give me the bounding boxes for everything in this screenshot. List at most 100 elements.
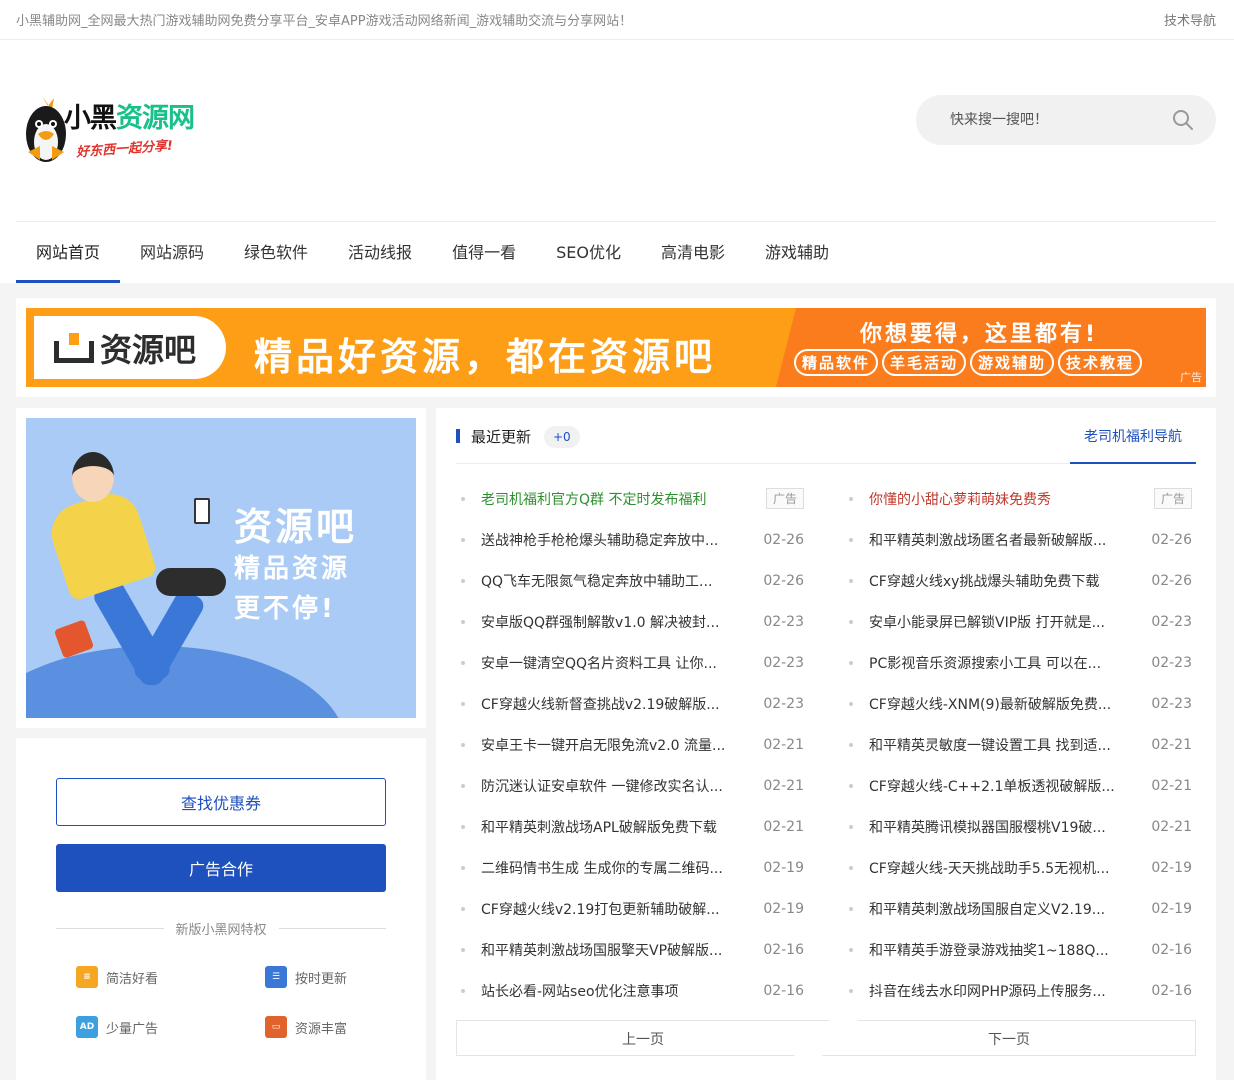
bullet-dot [461,783,465,788]
list-item[interactable]: QQ飞车无限氮气稳定奔放中辅助工... 02-26 [456,560,804,601]
list-item-title[interactable]: CF穿越火线新督查挑战v2.19破解版... [481,694,742,714]
promo-image[interactable]: 资源吧 精品资源 更不停! [26,418,416,718]
nav-item-green-software[interactable]: 绿色软件 [224,222,328,283]
list-item-date: 02-16 [763,941,804,958]
search-icon[interactable] [1172,109,1194,131]
list-item[interactable]: 防沉迷认证安卓软件 一键修改实名认... 02-21 [456,765,804,806]
list-item[interactable]: 安卓版QQ群强制解散v1.0 解决被封... 02-23 [456,601,804,642]
list-item-date: 02-19 [763,900,804,917]
list-item[interactable]: CF穿越火线xy挑战爆头辅助免费下载 02-26 [844,560,1192,601]
list-item[interactable]: 二维码情书生成 生成你的专属二维码... 02-19 [456,847,804,888]
list-item-title[interactable]: 安卓小能录屏已解锁VIP版 打开就是... [869,612,1130,632]
prev-page-button[interactable]: 上一页 [456,1020,830,1056]
list-item-title[interactable]: 和平精英灵敏度一键设置工具 找到适... [869,735,1130,755]
bullet-dot [461,701,465,706]
list-item-title[interactable]: CF穿越火线-C++2.1单板透视破解版... [869,776,1130,796]
banner-ad[interactable]: 资源吧 精品好资源，都在资源吧 你想要得，这里都有! 精品软件 羊毛活动 游戏辅… [26,308,1206,387]
list-item-title[interactable]: CF穿越火线v2.19打包更新辅助破解... [481,899,742,919]
list-item[interactable]: 安卓小能录屏已解锁VIP版 打开就是... 02-23 [844,601,1192,642]
list-item-date: 02-21 [1151,777,1192,794]
list-item[interactable]: 老司机福利官方Q群 不定时发布福利 广告 [456,478,804,519]
list-item-title[interactable]: 和平精英刺激战场匿名者最新破解版... [869,530,1130,550]
next-page-button[interactable]: 下一页 [822,1020,1196,1056]
list-item-date: 02-21 [763,777,804,794]
tab-welfare-nav[interactable]: 老司机福利导航 [1070,408,1196,464]
sidebar-panel: 查找优惠券 广告合作 新版小黑网特权 ≡ 简洁好看 ☰ 按时更新 AD 少量广告… [16,738,426,1080]
list-item[interactable]: 你懂的小甜心萝莉萌妹免费秀 广告 [844,478,1192,519]
ad-cooperation-button[interactable]: 广告合作 [56,844,386,892]
list-item-title[interactable]: 和平精英手游登录游戏抽奖1~188Q... [869,940,1130,960]
site-logo[interactable]: 小黑资源网 好东西一起分享! [24,94,204,170]
nav-item-movies[interactable]: 高清电影 [641,222,745,283]
list-item-date: 02-23 [1151,613,1192,630]
list-item[interactable]: 安卓王卡一键开启无限免流v2.0 流量... 02-21 [456,724,804,765]
nav-item-activity[interactable]: 活动线报 [328,222,432,283]
banner-tag: 精品软件 [794,349,879,376]
list-item[interactable]: 和平精英刺激战场国服自定义V2.19... 02-19 [844,888,1192,929]
list-item-title[interactable]: 你懂的小甜心萝莉萌妹免费秀 [869,489,1136,509]
bullet-dot [461,537,465,542]
banner-tag: 游戏辅助 [970,349,1055,376]
list-item-title[interactable]: 和平精英腾讯模拟器国服樱桃V19破... [869,817,1130,837]
promo-image-box: 资源吧 精品资源 更不停! [16,408,426,728]
list-item[interactable]: 安卓一键清空QQ名片资料工具 让你... 02-23 [456,642,804,683]
list-item-date: 02-23 [1151,654,1192,671]
list-item-title[interactable]: 二维码情书生成 生成你的专属二维码... [481,858,742,878]
list-item-date: 02-16 [1151,941,1192,958]
nav-item-seo[interactable]: SEO优化 [536,222,641,283]
list-item-title[interactable]: 老司机福利官方Q群 不定时发布福利 [481,489,748,509]
promo-line-1: 资源吧 [234,505,358,549]
list-item[interactable]: 和平精英刺激战场APL破解版免费下载 02-21 [456,806,804,847]
list-item[interactable]: 和平精英刺激战场匿名者最新破解版... 02-26 [844,519,1192,560]
list-item-title[interactable]: 安卓版QQ群强制解散v1.0 解决被封... [481,612,742,632]
nav-item-game-tools[interactable]: 游戏辅助 [745,222,849,283]
pagination: 上一页 下一页 [456,1020,1196,1056]
list-item[interactable]: 站长必看-网站seo优化注意事项 02-16 [456,970,804,1011]
list-item-title[interactable]: 防沉迷认证安卓软件 一键修改实名认... [481,776,742,796]
list-item-title[interactable]: 安卓一键清空QQ名片资料工具 让你... [481,653,742,673]
list-item[interactable]: 和平精英刺激战场国服擎天VP破解版... 02-16 [456,929,804,970]
list-item-title[interactable]: CF穿越火线-XNM(9)最新破解版免费... [869,694,1130,714]
list-item[interactable]: CF穿越火线-XNM(9)最新破解版免费... 02-23 [844,683,1192,724]
banner-tag: 技术教程 [1058,349,1143,376]
list-item[interactable]: CF穿越火线-天天挑战助手5.5无视机... 02-19 [844,847,1192,888]
list-item-title[interactable]: 和平精英刺激战场APL破解版免费下载 [481,817,742,837]
find-coupon-button[interactable]: 查找优惠券 [56,778,386,826]
tech-nav-link[interactable]: 技术导航 [1164,10,1216,29]
bullet-dot [849,660,853,665]
bullet-dot [461,824,465,829]
bullet-dot [461,660,465,665]
nav-item-source-code[interactable]: 网站源码 [120,222,224,283]
list-item-title[interactable]: CF穿越火线-天天挑战助手5.5无视机... [869,858,1130,878]
list-item[interactable]: 和平精英腾讯模拟器国服樱桃V19破... 02-21 [844,806,1192,847]
list-item-title[interactable]: 安卓王卡一键开启无限免流v2.0 流量... [481,735,742,755]
list-item-title[interactable]: 和平精英刺激战场国服自定义V2.19... [869,899,1130,919]
list-item[interactable]: PC影视音乐资源搜索小工具 可以在... 02-23 [844,642,1192,683]
list-item-title[interactable]: CF穿越火线xy挑战爆头辅助免费下载 [869,571,1130,591]
bullet-dot [849,906,853,911]
list-item[interactable]: CF穿越火线-C++2.1单板透视破解版... 02-21 [844,765,1192,806]
list-item[interactable]: CF穿越火线新督查挑战v2.19破解版... 02-23 [456,683,804,724]
list-item-title[interactable]: 站长必看-网站seo优化注意事项 [481,981,742,1001]
bullet-dot [461,865,465,870]
list-item-title[interactable]: 和平精英刺激战场国服擎天VP破解版... [481,940,742,960]
list-item-title[interactable]: 送战神枪手枪枪爆头辅助稳定奔放中... [481,530,742,550]
list-item[interactable]: 送战神枪手枪枪爆头辅助稳定奔放中... 02-26 [456,519,804,560]
list-item-title[interactable]: QQ飞车无限氮气稳定奔放中辅助工... [481,571,742,591]
bullet-dot [461,988,465,993]
banner-tag: 羊毛活动 [882,349,967,376]
list-item-title[interactable]: 抖音在线去水印网PHP源码上传服务... [869,981,1130,1001]
nav-item-home[interactable]: 网站首页 [16,222,121,283]
list-item[interactable]: CF穿越火线v2.19打包更新辅助破解... 02-19 [456,888,804,929]
list-item-date: 02-21 [1151,818,1192,835]
banner-tags: 精品软件 羊毛活动 游戏辅助 技术教程 [794,349,1143,376]
list-item[interactable]: 和平精英手游登录游戏抽奖1~188Q... 02-16 [844,929,1192,970]
promo-line-3: 更不停! [234,594,336,624]
site-notice: 小黑辅助网_全网最大热门游戏辅助网免费分享平台_安卓APP游戏活动网络新闻_游戏… [16,14,633,29]
nav-item-worth-seeing[interactable]: 值得一看 [432,222,536,283]
list-item-title[interactable]: PC影视音乐资源搜索小工具 可以在... [869,653,1130,673]
list-item[interactable]: 和平精英灵敏度一键设置工具 找到适... 02-21 [844,724,1192,765]
list-item[interactable]: 抖音在线去水印网PHP源码上传服务... 02-16 [844,970,1192,1011]
search-input[interactable] [950,112,1150,128]
person-illustration [72,452,114,502]
